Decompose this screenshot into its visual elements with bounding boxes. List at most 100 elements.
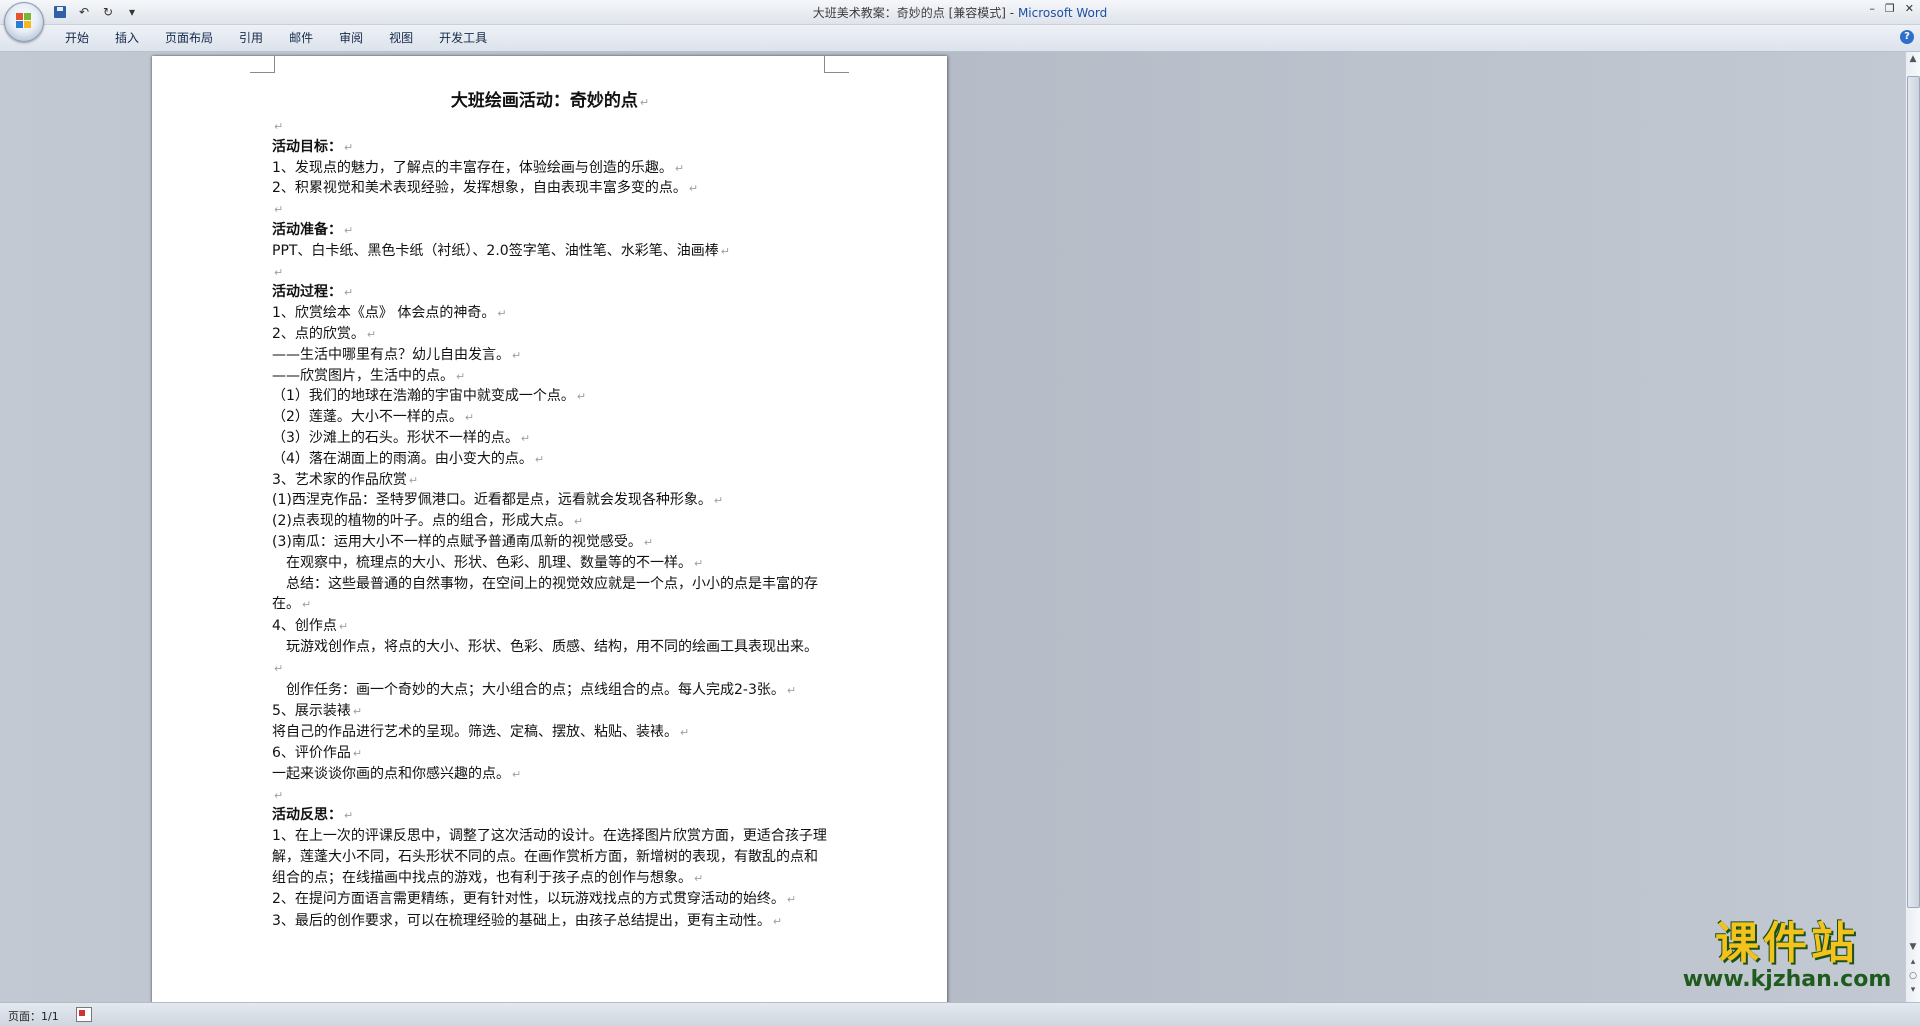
paragraph-line: 2、在提问方面语言需更精练，更有针对性，以玩游戏找点的方式贯穿活动的始终。 ↵ xyxy=(272,891,797,908)
minimize-button[interactable]: – xyxy=(1869,2,1875,15)
paragraph-mark: ↵ xyxy=(786,683,797,697)
paragraph-line: ——生活中哪里有点？幼儿自由发言。 ↵ xyxy=(272,346,522,363)
paragraph-mark: ↵ xyxy=(512,348,522,362)
close-button[interactable]: ✕ xyxy=(1905,2,1914,15)
next-page-icon[interactable]: ▾ xyxy=(1908,985,1918,995)
paragraph-line: （4）落在湖面上的雨滴。由小变大的点。 ↵ xyxy=(272,450,545,467)
office-logo-icon xyxy=(16,13,32,29)
paragraph-line: (2)点表现的植物的叶子。点的组合，形成大点。 ↵ xyxy=(272,513,584,530)
margin-corner-mark xyxy=(824,56,849,73)
section-heading: 活动反思： ↵ xyxy=(272,807,354,824)
window-title: 大班美术教案：奇妙的点 [兼容模式] - Microsoft Word xyxy=(0,4,1920,21)
paragraph-line: 1、在上一次的评课反思中，调整了这次活动的设计。在选择图片欣赏方面，更适合孩子理… xyxy=(272,828,827,886)
section-heading: 活动目标： ↵ xyxy=(272,138,354,155)
paragraph-mark: ↵ xyxy=(366,327,377,341)
status-bar: 页面：1/1 xyxy=(0,1002,1920,1026)
paragraph-mark: ↵ xyxy=(520,431,531,445)
paragraph-mark: ↵ xyxy=(344,286,354,300)
paragraph-line: （3）沙滩上的石头。形状不一样的点。 ↵ xyxy=(272,429,531,446)
paragraph-mark: ↵ xyxy=(344,140,354,154)
paragraph-mark: ↵ xyxy=(338,620,349,634)
paragraph-mark: ↵ xyxy=(456,369,466,383)
help-icon[interactable]: ? xyxy=(1900,30,1914,44)
tab-1[interactable]: 插入 xyxy=(102,30,152,46)
browse-object-icon[interactable]: ○ xyxy=(1908,971,1918,981)
paragraph-mark: ↵ xyxy=(408,473,419,487)
paragraph-mark: ↵ xyxy=(274,661,284,675)
paragraph-line: 在观察中，梳理点的大小、形状、色彩、肌理、数量等的不一样。 ↵ xyxy=(272,554,704,571)
tab-2[interactable]: 页面布局 xyxy=(152,30,226,46)
document-content[interactable]: 大班绘画活动：奇妙的点 ↵ ↵ 活动目标： ↵ 1、发现点的魅力，了解点的丰富存在，体验… xyxy=(272,86,828,932)
paragraph-mark: ↵ xyxy=(274,265,284,279)
paragraph-line: 3、艺术家的作品欣赏 ↵ xyxy=(272,471,419,488)
paragraph-mark: ↵ xyxy=(786,893,797,907)
paragraph-line: (3)南瓜：运用大小不一样的点赋予普通南瓜新的视觉感受。 ↵ xyxy=(272,533,654,550)
tab-5[interactable]: 审阅 xyxy=(326,30,376,46)
tab-6[interactable]: 视图 xyxy=(376,30,426,46)
paragraph-line: 将自己的作品进行艺术的呈现。筛选、定稿、摆放、粘贴、装裱。 ↵ xyxy=(272,724,690,741)
paragraph-line: 2、点的欣赏。 ↵ xyxy=(272,325,377,342)
ribbon-tabs: 开始 插入 页面布局 引用 邮件 审阅 视图 开发工具 xyxy=(52,30,500,46)
paragraph-line: （2）莲蓬。大小不一样的点。 ↵ xyxy=(272,409,475,426)
page-counter[interactable]: 页面：1/1 xyxy=(8,1008,59,1024)
scrollbar-thumb[interactable] xyxy=(1907,76,1920,908)
paragraph-line: 3、最后的创作要求，可以在梳理经验的基础上，由孩子总结提出，更有主动性。 ↵ xyxy=(272,913,783,930)
title-separator: - xyxy=(1005,6,1018,20)
paragraph-line: 5、展示装裱 ↵ xyxy=(272,703,363,720)
paragraph-mark: ↵ xyxy=(772,915,783,929)
paragraph-line: 1、欣赏绘本《点》 体会点的神奇。 ↵ xyxy=(272,305,507,322)
paragraph-mark: ↵ xyxy=(576,390,587,404)
proofing-icon[interactable] xyxy=(76,1007,92,1022)
paragraph-line: 创作任务：画一个奇妙的大点；大小组合的点；点线组合的点。每人完成2-3张。 ↵ xyxy=(272,681,797,698)
vertical-scrollbar[interactable]: ▲ ▼ ▴ ○ ▾ xyxy=(1905,52,1920,1002)
paragraph-mark: ↵ xyxy=(344,809,354,823)
previous-page-icon[interactable]: ▴ xyxy=(1908,957,1918,967)
office-button[interactable] xyxy=(4,2,44,42)
paragraph-mark: ↵ xyxy=(497,307,507,321)
paragraph-line: ——欣赏图片，生活中的点。 ↵ xyxy=(272,367,466,384)
paragraph-line: 1、发现点的魅力，了解点的丰富存在，体验绘画与创造的乐趣。 ↵ xyxy=(272,159,685,176)
paragraph-mark: ↵ xyxy=(344,223,354,237)
paragraph-mark: ↵ xyxy=(680,726,690,740)
paragraph-line: ↵ xyxy=(272,116,828,137)
document-page[interactable]: 大班绘画活动：奇妙的点 ↵ ↵ 活动目标： ↵ 1、发现点的魅力，了解点的丰富存在，体验… xyxy=(152,56,947,1002)
paragraph-line: ↵ xyxy=(272,199,828,220)
paragraph-mark: ↵ xyxy=(274,120,284,133)
paragraph-line: ↵ xyxy=(272,785,828,806)
tab-0[interactable]: 开始 xyxy=(52,30,102,46)
tab-3[interactable]: 引用 xyxy=(226,30,276,46)
paragraph-mark: ↵ xyxy=(352,746,363,760)
restore-button[interactable]: ❐ xyxy=(1885,2,1895,15)
paragraph-mark: ↵ xyxy=(713,494,724,508)
paragraph-line: 2、积累视觉和美术表现经验，发挥想象，自由表现丰富多变的点。 ↵ xyxy=(272,180,699,197)
paragraph-mark: ↵ xyxy=(694,871,704,885)
margin-corner-mark xyxy=(250,56,275,73)
document-name: 大班美术教案：奇妙的点 [兼容模式] xyxy=(812,6,1006,20)
document-area[interactable]: 大班绘画活动：奇妙的点 ↵ ↵ 活动目标： ↵ 1、发现点的魅力，了解点的丰富存在，体验… xyxy=(0,52,1906,1002)
watermark-url: www.kjzhan.com xyxy=(1682,967,1892,992)
paragraph-mark: ↵ xyxy=(464,411,475,425)
title-bar: ↶ ↻ ▾ 大班美术教案：奇妙的点 [兼容模式] - Microsoft Wor… xyxy=(0,0,1920,25)
paragraph-mark: ↵ xyxy=(573,515,584,529)
tab-4[interactable]: 邮件 xyxy=(276,30,326,46)
paragraph-line: 玩游戏创作点，将点的大小、形状、色彩、质感、结构，用不同的绘画工具表现出来。↵ xyxy=(272,638,818,675)
paragraph-line: 4、创作点 ↵ xyxy=(272,618,349,635)
paragraph-mark: ↵ xyxy=(512,767,522,781)
paragraph-mark: ↵ xyxy=(274,788,284,802)
paragraph-mark: ↵ xyxy=(639,96,650,109)
paragraph-mark: ↵ xyxy=(352,705,363,719)
window-controls: – ❐ ✕ xyxy=(1869,2,1914,15)
scroll-up-icon[interactable]: ▲ xyxy=(1908,54,1918,64)
paragraph-line: 6、评价作品 ↵ xyxy=(272,744,363,761)
paragraph-line: 一起来谈谈你画的点和你感兴趣的点。 ↵ xyxy=(272,765,522,782)
paragraph-mark: ↵ xyxy=(674,161,685,175)
section-heading: 活动过程： ↵ xyxy=(272,284,354,301)
paragraph-line: ↵ xyxy=(272,262,828,283)
ribbon: 开始 插入 页面布局 引用 邮件 审阅 视图 开发工具 xyxy=(0,25,1920,52)
tab-7[interactable]: 开发工具 xyxy=(426,30,500,46)
scroll-down-icon[interactable]: ▼ xyxy=(1908,942,1918,952)
paragraph-mark: ↵ xyxy=(694,556,704,570)
paragraph-mark: ↵ xyxy=(274,203,284,217)
watermark-title: 课件站 xyxy=(1715,918,1859,969)
paragraph-mark: ↵ xyxy=(302,598,312,612)
